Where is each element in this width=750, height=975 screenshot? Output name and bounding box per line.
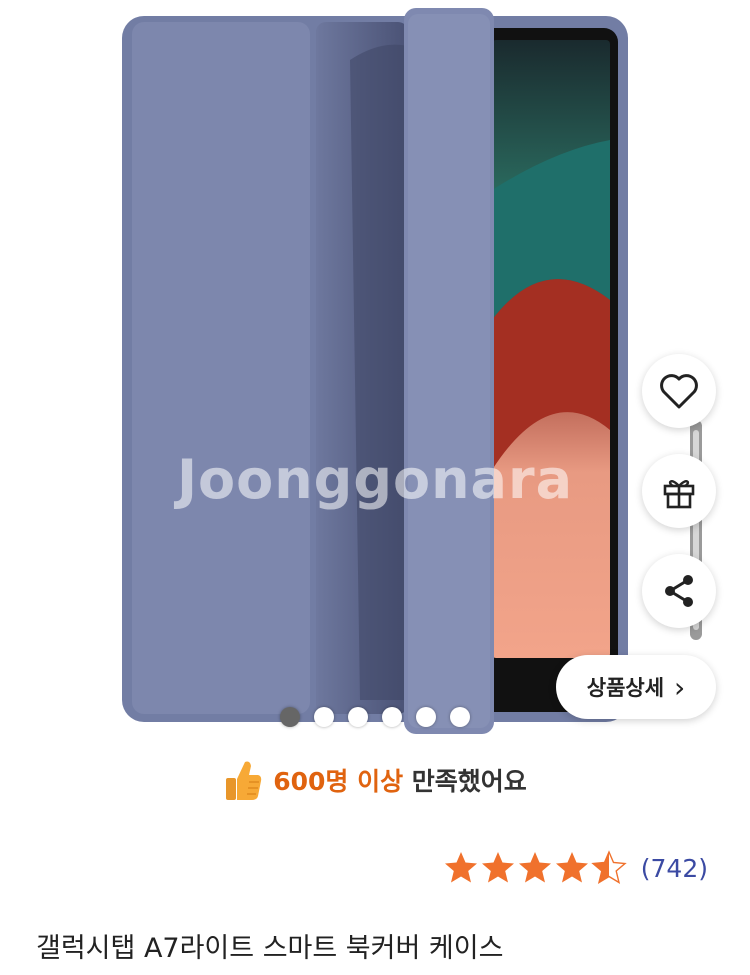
gift-button[interactable] [642, 454, 716, 528]
satisfaction-banner: 600명 이상 만족했어요 [0, 752, 750, 808]
satisfaction-text: 만족했어요 [411, 767, 527, 796]
star-rating [444, 851, 626, 884]
star-icon [444, 852, 477, 883]
watermark: Joonggonara [176, 448, 574, 511]
thumbs-up-icon [226, 761, 262, 800]
carousel-dot[interactable] [314, 707, 334, 727]
carousel-dot[interactable] [450, 707, 470, 727]
carousel-dot[interactable] [280, 707, 300, 727]
gift-icon [663, 480, 695, 509]
share-icon [665, 575, 693, 607]
rating[interactable]: (742) [443, 850, 708, 886]
carousel-dot[interactable] [416, 707, 436, 727]
carousel-dot[interactable] [348, 707, 368, 727]
carousel-dots [280, 707, 470, 727]
share-button[interactable] [642, 554, 716, 628]
product-image[interactable]: Joonggonara [0, 0, 750, 740]
product-detail-button[interactable]: 상품상세 › [556, 655, 716, 719]
star-icon [518, 852, 551, 883]
product-detail-label: 상품상세 [586, 676, 665, 700]
satisfaction-count: 600명 이상 [273, 767, 404, 796]
star-icon [555, 852, 588, 883]
chevron-right-icon: › [674, 670, 686, 704]
half-star-icon [592, 851, 626, 884]
heart-icon [660, 374, 698, 409]
star-icon [481, 852, 514, 883]
tablet-case-photo [122, 8, 702, 734]
review-count[interactable]: (742) [641, 854, 708, 883]
carousel-dot[interactable] [382, 707, 402, 727]
wishlist-button[interactable] [642, 354, 716, 428]
product-title: 갤럭시탭 A7라이트 스마트 북커버 케이스 [36, 933, 504, 964]
